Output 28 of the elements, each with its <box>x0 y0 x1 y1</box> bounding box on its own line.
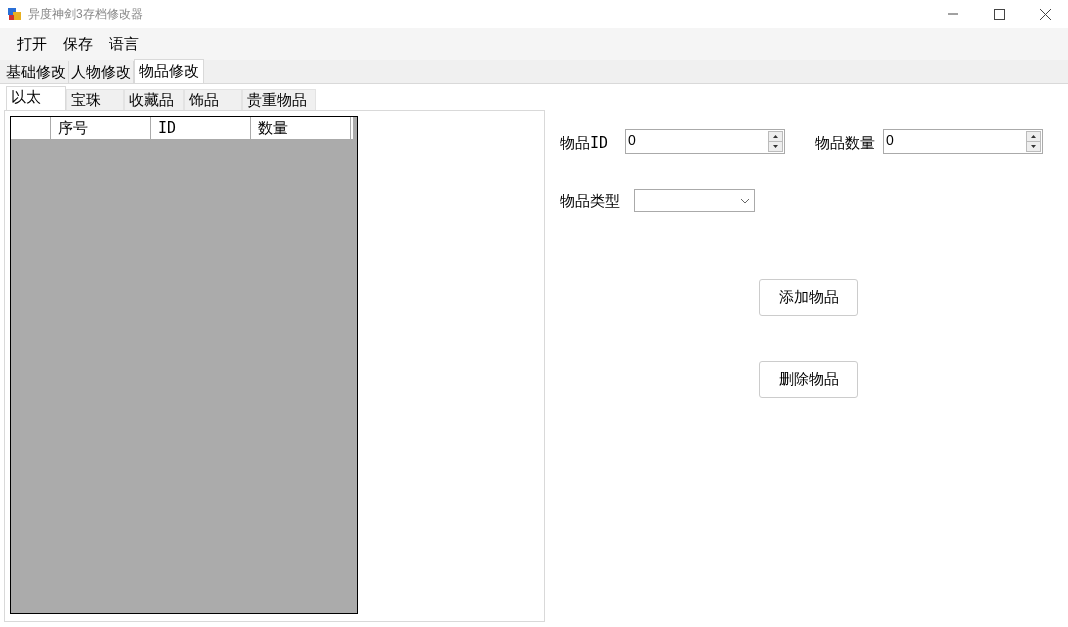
tab[interactable]: 收藏品 <box>124 89 184 110</box>
tab[interactable]: 饰品 <box>184 89 242 110</box>
tab[interactable]: 以太 <box>6 86 66 110</box>
tab[interactable]: 贵重物品 <box>242 89 316 110</box>
field-label: 物品数量 <box>815 133 875 154</box>
number-field[interactable]: 0 <box>883 129 1043 154</box>
spinner-icon[interactable] <box>768 131 783 152</box>
button[interactable]: 添加物品 <box>759 279 858 316</box>
tab[interactable]: 基础修改 <box>4 61 69 83</box>
tab[interactable]: 人物修改 <box>69 61 134 83</box>
app-icon <box>8 7 22 21</box>
menu-item[interactable]: 语言 <box>101 32 147 56</box>
column-header[interactable]: 数量 <box>251 117 351 139</box>
menu-item[interactable]: 保存 <box>55 32 101 56</box>
column-header[interactable]: ID <box>151 117 251 139</box>
window-title: 异度神剑3存档修改器 <box>28 6 143 23</box>
close-icon[interactable] <box>1039 8 1051 20</box>
menu-item[interactable]: 打开 <box>9 32 55 56</box>
chevron-icon <box>740 197 750 204</box>
tab[interactable]: 物品修改 <box>134 59 204 83</box>
maximize-icon[interactable] <box>993 8 1005 20</box>
column-header[interactable]: 序号 <box>51 117 151 139</box>
tab[interactable]: 宝珠 <box>66 89 124 110</box>
spinner-icon[interactable] <box>1026 131 1041 152</box>
field-label: 物品类型 <box>560 191 620 212</box>
button[interactable]: 删除物品 <box>759 361 858 398</box>
number-field[interactable]: 0 <box>625 129 785 154</box>
field-label: 物品ID <box>560 133 609 154</box>
